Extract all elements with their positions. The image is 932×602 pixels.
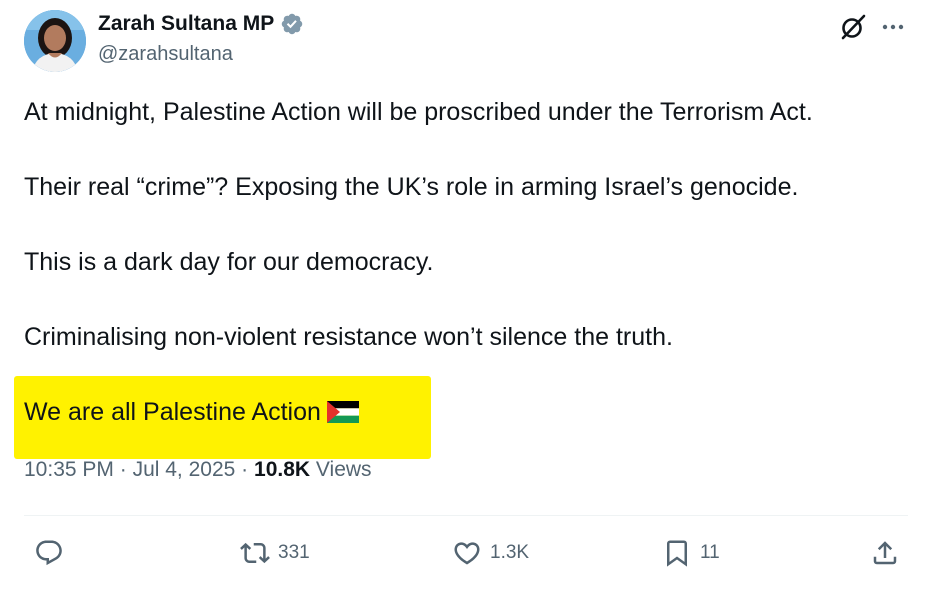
meta-separator: · (119, 458, 127, 481)
like-button[interactable]: 1.3K (452, 536, 529, 570)
tweet-text-paragraph-5-text: We are all Palestine Action (24, 398, 321, 426)
verified-badge-icon[interactable] (280, 12, 304, 36)
share-icon (873, 541, 897, 565)
tweet-text-paragraph-2: Their real “crime”? Exposing the UK’s ro… (24, 173, 799, 201)
palestine-flag-icon (326, 399, 359, 423)
views-count[interactable]: 10.8K (254, 458, 310, 481)
tweet-text-paragraph-3: This is a dark day for our democracy. (24, 248, 434, 276)
tweet: Zarah Sultana MP @zarahsultana At midnig… (0, 0, 932, 602)
tweet-text-paragraph-1: At midnight, Palestine Action will be pr… (24, 98, 813, 126)
repost-count: 331 (278, 542, 310, 563)
tweet-text-paragraph-5: We are all Palestine Action (24, 396, 359, 428)
share-button[interactable] (870, 536, 900, 570)
tweet-meta: 10:35 PM · Jul 4, 2025 · 10.8K Views (24, 458, 372, 482)
tweet-text-paragraph-4: Criminalising non-violent resistance won… (24, 323, 673, 351)
divider (24, 515, 908, 516)
bookmark-count: 11 (700, 542, 720, 563)
heart-icon (454, 542, 480, 565)
author-name-row: Zarah Sultana MP (98, 12, 304, 36)
bookmark-button[interactable]: 11 (662, 536, 720, 570)
more-icon[interactable] (878, 12, 908, 42)
avatar[interactable] (24, 10, 86, 72)
author-display-name[interactable]: Zarah Sultana MP (98, 12, 274, 36)
avatar-image (24, 10, 86, 72)
tweet-date[interactable]: Jul 4, 2025 (133, 458, 236, 481)
tweet-time[interactable]: 10:35 PM (24, 458, 114, 481)
bookmark-icon (667, 540, 687, 567)
reply-icon (36, 540, 62, 566)
author-handle[interactable]: @zarahsultana (98, 43, 233, 66)
grok-icon[interactable] (838, 12, 868, 42)
reply-button[interactable] (34, 536, 72, 570)
repost-button[interactable]: 331 (240, 536, 310, 570)
like-count: 1.3K (490, 542, 530, 563)
meta-separator: · (241, 458, 249, 481)
repost-icon (240, 542, 270, 564)
views-label[interactable]: Views (316, 458, 372, 481)
